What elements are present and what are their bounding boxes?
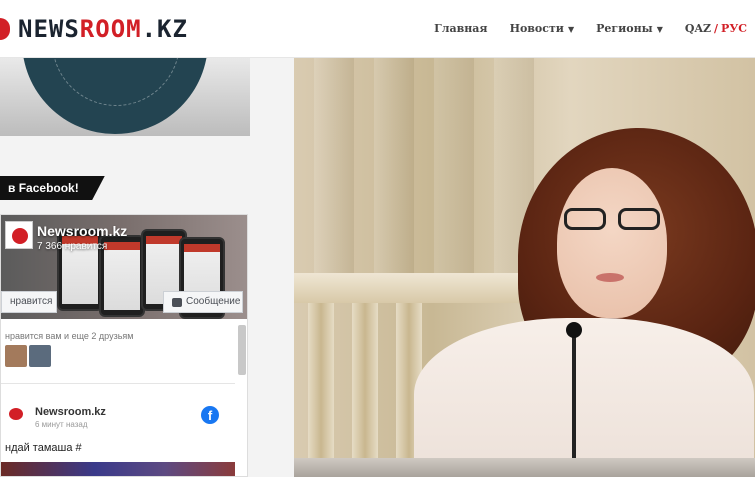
fb-page-avatar[interactable] — [5, 221, 33, 249]
fb-post: Newsroom.kz 6 минут назад f ндай тамаша … — [1, 383, 235, 476]
desk — [294, 458, 755, 477]
facebook-icon[interactable]: f — [201, 406, 219, 424]
post-author[interactable]: Newsroom.kz — [35, 406, 106, 418]
chevron-down-icon: ▼ — [656, 23, 663, 34]
main-nav: Главная Новости ▼ Регионы ▼ QAZ / РУС — [434, 22, 747, 35]
fb-message-label: Сообщение — [186, 296, 241, 307]
glasses-graphic — [564, 208, 662, 230]
logo-text: NEWSROOM.KZ — [18, 15, 188, 43]
fb-message-button[interactable]: Сообщение — [163, 291, 243, 313]
avatar[interactable] — [5, 345, 27, 367]
person-lips — [596, 273, 624, 282]
post-avatar[interactable] — [5, 402, 29, 426]
microphone-stand — [572, 328, 576, 477]
site-header: NEWSROOM.KZ Главная Новости ▼ Регионы ▼ QA… — [0, 0, 755, 58]
promo-banner[interactable] — [0, 58, 250, 136]
chevron-down-icon: ▼ — [567, 23, 575, 34]
message-icon — [172, 297, 182, 307]
nav-item-regions[interactable]: Регионы ▼ — [596, 22, 663, 35]
baluster — [308, 303, 334, 477]
person-face — [557, 168, 667, 318]
promo-circle-graphic — [22, 58, 208, 134]
lang-rus[interactable]: РУС — [721, 22, 747, 35]
post-time[interactable]: 6 минут назад — [35, 420, 88, 429]
facebook-page-widget: Newsroom.kz 7 366 нравится нравится Сооб… — [0, 214, 248, 477]
microphone-icon — [566, 322, 582, 338]
fb-likes-count: 7 366 нравится — [37, 241, 108, 252]
baluster — [352, 303, 378, 477]
post-image[interactable] — [1, 462, 235, 476]
fb-like-button[interactable]: нравится — [1, 291, 57, 313]
nav-item-news[interactable]: Новости ▼ — [510, 22, 575, 35]
article-photo[interactable] — [294, 58, 755, 477]
fb-cover-image[interactable]: Newsroom.kz 7 366 нравится нравится Сооб… — [1, 215, 247, 319]
widget-scrollbar[interactable] — [238, 325, 246, 375]
lang-qaz[interactable]: QAZ — [685, 22, 711, 35]
lang-separator: / — [714, 22, 719, 35]
logo-mark-icon — [0, 18, 10, 40]
person-blouse — [414, 318, 754, 477]
friend-avatars — [5, 345, 51, 367]
fb-section-title: в Facebook! — [0, 176, 105, 200]
avatar[interactable] — [29, 345, 51, 367]
fb-page-name[interactable]: Newsroom.kz — [37, 223, 127, 239]
fb-friends-text: нравится вам и еще 2 друзьям — [5, 331, 134, 341]
site-logo[interactable]: NEWSROOM.KZ — [0, 14, 188, 44]
sidebar: в Facebook! Newsroom.kz 7 366 нравится н… — [0, 58, 294, 477]
language-switch: QAZ / РУС — [685, 22, 747, 35]
post-text: ндай тамаша # — [5, 442, 82, 454]
nav-item-home[interactable]: Главная — [434, 22, 487, 35]
